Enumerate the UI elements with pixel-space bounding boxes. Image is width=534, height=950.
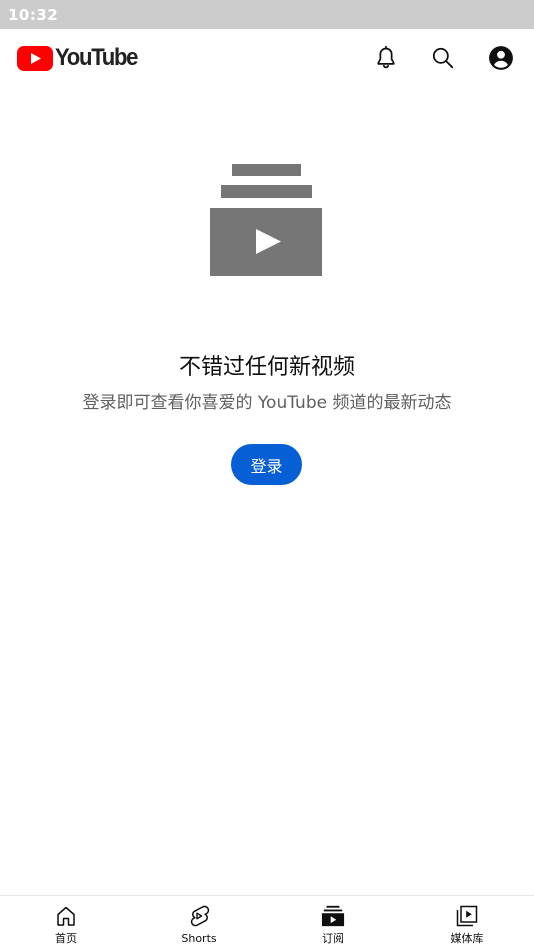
nav-label-home: 首页 — [55, 932, 77, 945]
subscriptions-icon — [321, 904, 345, 928]
bottom-navigation: 首页 Shorts 订阅 媒体库 — [0, 895, 534, 950]
sign-in-button[interactable]: 登录 — [231, 444, 302, 485]
notifications-icon[interactable] — [372, 44, 400, 72]
nav-item-home[interactable]: 首页 — [16, 896, 116, 950]
logo-text: YouTube — [55, 44, 138, 71]
shorts-icon — [187, 904, 211, 928]
library-icon — [455, 904, 479, 928]
nav-label-library: 媒体库 — [450, 932, 484, 945]
search-icon[interactable] — [429, 44, 457, 72]
nav-item-library[interactable]: 媒体库 — [417, 896, 517, 950]
nav-label-subscriptions: 订阅 — [322, 932, 344, 945]
youtube-logo[interactable]: YouTube — [17, 45, 144, 71]
status-bar: 10:32 — [0, 0, 534, 29]
nav-item-subscriptions[interactable]: 订阅 — [283, 896, 383, 950]
empty-state-title: 不错过任何新视频 — [178, 355, 355, 380]
subscriptions-stack-icon — [210, 164, 322, 276]
app-bar: YouTube — [0, 29, 534, 87]
empty-state-subtitle: 登录即可查看你喜爱的 YouTube 频道的最新动态 — [82, 393, 452, 413]
nav-item-shorts[interactable]: Shorts — [149, 896, 249, 950]
account-icon[interactable] — [487, 44, 515, 72]
nav-label-shorts: Shorts — [181, 932, 217, 945]
home-icon — [54, 904, 78, 928]
youtube-play-icon — [17, 45, 53, 71]
status-time: 10:32 — [8, 5, 59, 24]
